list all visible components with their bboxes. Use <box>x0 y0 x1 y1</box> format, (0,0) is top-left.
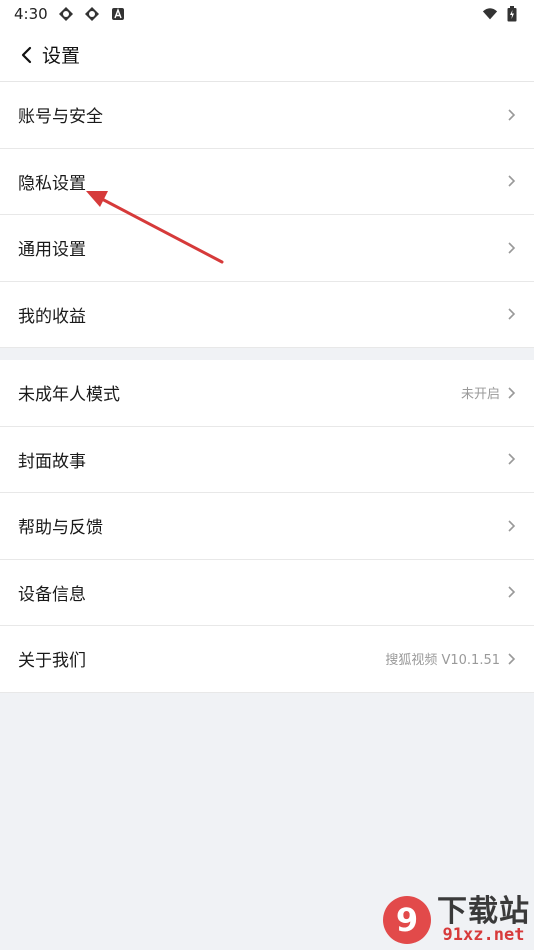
watermark-title: 下载站 <box>437 893 530 929</box>
chevron-right-icon <box>506 452 516 466</box>
row-value: 搜狐视频 V10.1.51 <box>385 653 500 669</box>
settings-group-2: 未成年人模式 未开启 封面故事 帮助与反馈 设备信息 关于我们 搜狐视频 V10… <box>0 360 534 693</box>
status-time: 4:30 <box>14 5 48 23</box>
section-divider <box>0 348 534 360</box>
settings-row-earnings[interactable]: 我的收益 <box>0 282 534 348</box>
row-label: 未成年人模式 <box>18 385 120 406</box>
a-notification-icon <box>110 6 126 22</box>
chevron-right-icon <box>506 585 516 599</box>
watermark: 9 下载站 91xz.net <box>381 894 530 946</box>
settings-row-device-info[interactable]: 设备信息 <box>0 560 534 626</box>
settings-row-about[interactable]: 关于我们 搜狐视频 V10.1.51 <box>0 626 534 693</box>
status-bar: 4:30 <box>0 0 534 28</box>
settings-row-minor-mode[interactable]: 未成年人模式 未开启 <box>0 360 534 427</box>
row-label: 隐私设置 <box>18 173 86 194</box>
chevron-right-icon <box>506 108 516 122</box>
wifi-icon <box>482 6 498 22</box>
row-value: 未开启 <box>460 387 500 403</box>
row-label: 我的收益 <box>18 306 86 327</box>
chevron-right-icon <box>506 519 516 533</box>
app-icon <box>58 6 74 22</box>
chevron-right-icon <box>506 307 516 321</box>
settings-group-1: 账号与安全 隐私设置 通用设置 我的收益 <box>0 82 534 348</box>
svg-text:9: 9 <box>396 901 418 939</box>
watermark-url: 91xz.net <box>442 924 525 945</box>
back-button[interactable] <box>14 43 38 67</box>
row-label: 封面故事 <box>18 451 86 472</box>
row-label: 账号与安全 <box>18 107 103 128</box>
chevron-right-icon <box>506 386 516 400</box>
chevron-right-icon <box>506 652 516 666</box>
header: 设置 <box>0 28 534 82</box>
row-label: 通用设置 <box>18 240 86 261</box>
battery-icon <box>504 6 520 22</box>
chevron-left-icon <box>21 46 32 63</box>
app-icon <box>84 6 100 22</box>
settings-row-general[interactable]: 通用设置 <box>0 215 534 282</box>
settings-row-privacy[interactable]: 隐私设置 <box>0 149 534 215</box>
row-label: 关于我们 <box>18 651 86 672</box>
row-label: 帮助与反馈 <box>18 518 103 539</box>
settings-row-help-feedback[interactable]: 帮助与反馈 <box>0 493 534 560</box>
watermark-logo-icon: 9 <box>383 896 431 944</box>
chevron-right-icon <box>506 174 516 188</box>
row-label: 设备信息 <box>18 584 86 605</box>
settings-row-account-security[interactable]: 账号与安全 <box>0 82 534 149</box>
page-title: 设置 <box>42 45 81 67</box>
chevron-right-icon <box>506 241 516 255</box>
settings-row-cover-story[interactable]: 封面故事 <box>0 427 534 493</box>
